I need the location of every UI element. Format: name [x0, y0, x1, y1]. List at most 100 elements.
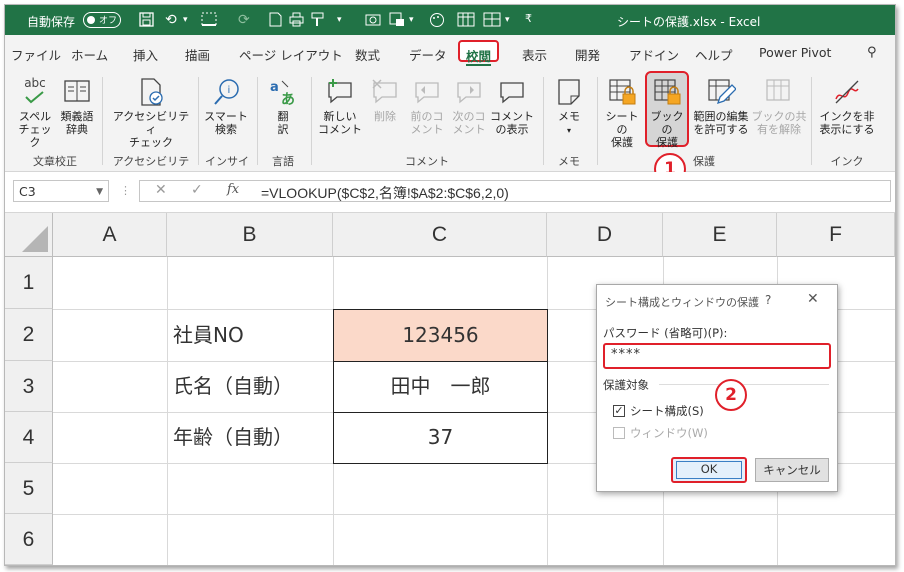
hide-ink-label-1: インクを非 [819, 110, 875, 123]
column-header-d[interactable]: D [547, 213, 663, 257]
structure-checkbox-label: シート構成(S) [630, 404, 704, 418]
cancel-button[interactable]: キャンセル [755, 458, 829, 482]
smart-lookup-label-2: 検索 [215, 123, 237, 136]
undo-dropdown-icon[interactable]: ▾ [183, 15, 188, 25]
row-header-3[interactable]: 3 [5, 361, 53, 412]
delete-comment-icon [370, 77, 400, 107]
color-palette-icon[interactable] [429, 12, 445, 32]
print-preview-icon[interactable] [269, 12, 282, 31]
cell-c2[interactable]: 123456 [333, 309, 548, 362]
structure-checkbox[interactable]: ✓ [613, 405, 625, 417]
tab-help[interactable]: ヘルプ [695, 45, 733, 64]
redo-icon: ⟳ [238, 12, 250, 28]
save-icon[interactable] [139, 12, 154, 31]
autosave-toggle[interactable]: オフ [83, 12, 121, 28]
name-box[interactable]: C3 ▼ [13, 180, 109, 202]
tab-developer[interactable]: 開発 [575, 45, 600, 64]
protect-workbook-button[interactable]: ブックの 保護 [646, 77, 688, 149]
column-header-a[interactable]: A [53, 213, 167, 257]
memo-label: メモ [558, 110, 580, 123]
separator [257, 77, 258, 165]
tab-page-layout[interactable]: ページ レイアウト [239, 45, 343, 64]
window-checkbox [613, 427, 625, 439]
row-header-1[interactable]: 1 [5, 257, 53, 309]
memo-button[interactable]: メモ ▾ [547, 77, 591, 137]
close-icon[interactable]: ✕ [807, 291, 819, 307]
cell-c4[interactable]: 37 [333, 412, 548, 464]
spell-check-label-1: スペル [18, 110, 52, 123]
smart-lookup-button[interactable]: i スマート 検索 [201, 77, 251, 136]
previous-comment-button: 前のコ メント [407, 77, 447, 136]
tab-file[interactable]: ファイル [11, 45, 61, 64]
column-header-b[interactable]: B [167, 213, 333, 257]
tab-addins[interactable]: アドイン [629, 45, 679, 64]
dropdown-icon-3[interactable]: ▾ [505, 15, 510, 25]
next-comment-label-1: 次のコ [452, 110, 486, 123]
protect-workbook-icon [652, 77, 682, 107]
insert-function-icon[interactable]: fx [227, 182, 239, 197]
borders-icon[interactable] [201, 12, 217, 30]
tab-insert[interactable]: 挿入 [133, 45, 158, 64]
row-header-6[interactable]: 6 [5, 514, 53, 565]
spell-check-button[interactable]: abc スペル チェック [15, 77, 55, 150]
table-format-icon[interactable] [457, 12, 475, 31]
gridline [53, 514, 895, 515]
customize-qat-icon[interactable]: ₹ [525, 12, 532, 25]
cell-b3[interactable]: 氏名（自動） [167, 361, 333, 412]
tab-draw[interactable]: 描画 [185, 45, 210, 64]
table-grid-icon[interactable] [483, 12, 501, 31]
allow-edit-ranges-icon [706, 77, 737, 107]
row-header-4[interactable]: 4 [5, 412, 53, 463]
translate-button[interactable]: aあ 翻 訳 [263, 77, 303, 136]
hide-ink-label-2: 表示にする [819, 123, 875, 136]
tab-review[interactable]: 校閲 [458, 40, 500, 66]
group-language: 言語 [272, 155, 294, 168]
ok-button[interactable]: OK [671, 457, 747, 483]
print-icon[interactable] [289, 12, 304, 31]
cell-b4[interactable]: 年齢（自動） [167, 412, 333, 463]
select-all-triangle-icon [22, 226, 48, 252]
name-box-dropdown-icon[interactable]: ▼ [96, 181, 103, 203]
column-header-e[interactable]: E [663, 213, 777, 257]
search-icon[interactable]: ⚲ [867, 45, 877, 60]
camera-icon[interactable] [365, 12, 381, 30]
column-header-f[interactable]: F [777, 213, 895, 257]
protect-target-heading: 保護対象 [603, 378, 649, 392]
tab-power-pivot[interactable]: Power Pivot [759, 45, 831, 60]
cell-c3[interactable]: 田中 一郎 [333, 361, 548, 413]
show-comments-label-1: コメント [490, 110, 534, 123]
accessibility-check-button[interactable]: アクセシビリティ チェック [109, 77, 193, 149]
tab-home[interactable]: ホーム [71, 45, 108, 64]
cell-b2[interactable]: 社員NO [167, 309, 333, 361]
screenshot-icon[interactable] [389, 12, 405, 31]
column-header-c[interactable]: C [333, 213, 547, 257]
enter-icon[interactable]: ✓ [191, 182, 203, 198]
undo-icon[interactable]: ⟲ [165, 12, 177, 28]
svg-text:a: a [270, 80, 279, 95]
show-comments-button[interactable]: コメント の表示 [489, 77, 535, 136]
row-header-2[interactable]: 2 [5, 309, 53, 361]
select-all-corner[interactable] [5, 213, 53, 257]
spell-check-icon: abc [20, 77, 50, 107]
tab-view[interactable]: 表示 [522, 45, 547, 64]
protect-workbook-label-1: ブックの [650, 110, 684, 136]
new-comment-label-2: コメント [318, 123, 362, 136]
hide-ink-button[interactable]: インクを非 表示にする [815, 77, 879, 136]
dropdown-icon-2[interactable]: ▾ [409, 15, 414, 25]
next-comment-label-2: メント [452, 123, 486, 136]
more-options-icon: ⋮ [120, 184, 131, 197]
password-field[interactable]: **** [603, 343, 831, 369]
separator [102, 77, 103, 165]
thesaurus-button[interactable]: 類義語 辞典 [57, 77, 97, 136]
tab-formulas[interactable]: 数式 [355, 45, 380, 64]
row-header-5[interactable]: 5 [5, 463, 53, 514]
dropdown-icon[interactable]: ▾ [337, 15, 342, 25]
allow-edit-ranges-button[interactable]: 範囲の編集 を許可する [691, 77, 751, 136]
help-icon[interactable]: ? [765, 293, 771, 307]
formula-input[interactable] [139, 180, 891, 202]
format-painter-icon[interactable] [311, 12, 329, 31]
protect-sheet-button[interactable]: シートの 保護 [601, 77, 643, 149]
cancel-icon[interactable]: ✕ [155, 182, 167, 198]
new-comment-button[interactable]: 新しい コメント [317, 77, 363, 136]
tab-data[interactable]: データ [409, 45, 447, 64]
